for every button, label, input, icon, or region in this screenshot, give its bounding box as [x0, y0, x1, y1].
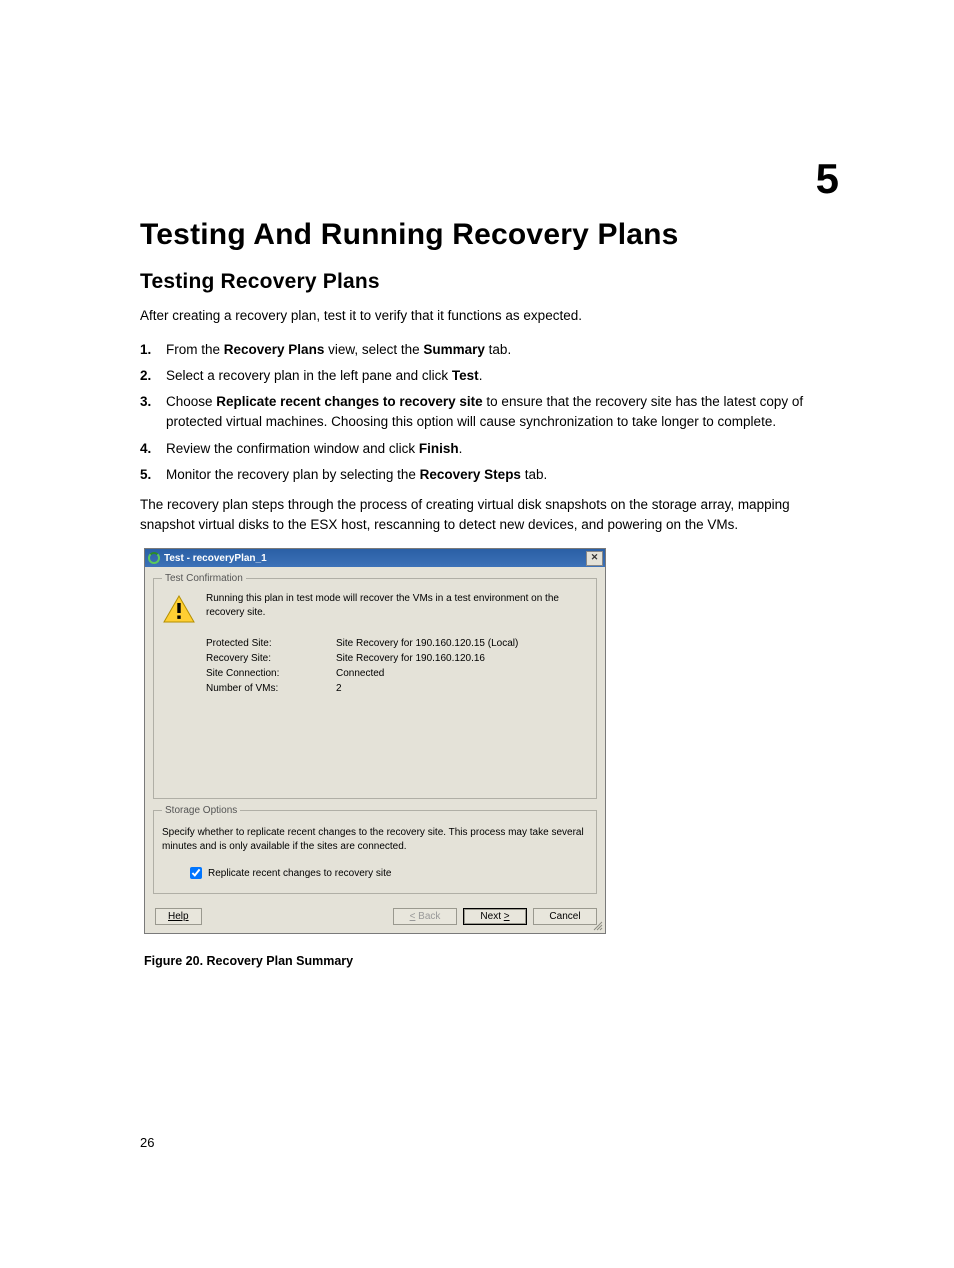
step-number: 4. [140, 439, 166, 459]
step-number: 3. [140, 392, 166, 433]
cancel-button[interactable]: Cancel [533, 908, 597, 925]
resize-grip-icon[interactable] [591, 919, 603, 931]
page-number: 26 [140, 1135, 154, 1150]
property-value: Site Recovery for 190.160.120.15 (Local) [336, 638, 588, 649]
body-paragraph: The recovery plan steps through the proc… [140, 495, 844, 534]
property-row: Protected Site: Site Recovery for 190.16… [206, 638, 588, 649]
property-row: Site Connection: Connected [206, 668, 588, 679]
group-legend: Storage Options [162, 805, 240, 816]
step-list: 1. From the Recovery Plans view, select … [140, 340, 844, 486]
section-title: Testing Recovery Plans [140, 270, 844, 294]
step-text: Review the confirmation window and click… [166, 439, 844, 459]
property-row: Recovery Site: Site Recovery for 190.160… [206, 653, 588, 664]
test-confirmation-group: Test Confirmation Running this plan in t… [153, 573, 597, 799]
document-page: 5 Testing And Running Recovery Plans Tes… [0, 0, 954, 1268]
checkbox-label: Replicate recent changes to recovery sit… [208, 868, 391, 879]
dialog-titlebar: Test - recoveryPlan_1 ✕ [145, 549, 605, 567]
replicate-checkbox-row[interactable]: Replicate recent changes to recovery sit… [190, 867, 588, 879]
progress-icon [148, 552, 160, 564]
property-value: 2 [336, 683, 588, 694]
property-label: Number of VMs: [206, 683, 336, 694]
chapter-number: 5 [816, 155, 839, 203]
dialog-footer: Help < Back Next > Cancel [145, 902, 605, 933]
list-item: 4. Review the confirmation window and cl… [140, 439, 844, 459]
list-item: 1. From the Recovery Plans view, select … [140, 340, 844, 360]
property-value: Connected [336, 668, 588, 679]
property-list: Protected Site: Site Recovery for 190.16… [206, 638, 588, 694]
confirmation-text: Running this plan in test mode will reco… [206, 592, 588, 624]
step-number: 1. [140, 340, 166, 360]
step-text: Monitor the recovery plan by selecting t… [166, 465, 844, 485]
close-button[interactable]: ✕ [586, 551, 603, 566]
step-text: Select a recovery plan in the left pane … [166, 366, 844, 386]
chapter-title: Testing And Running Recovery Plans [140, 218, 844, 252]
figure-caption: Figure 20. Recovery Plan Summary [144, 954, 844, 968]
property-label: Protected Site: [206, 638, 336, 649]
storage-description: Specify whether to replicate recent chan… [162, 826, 588, 853]
intro-paragraph: After creating a recovery plan, test it … [140, 306, 844, 326]
step-number: 5. [140, 465, 166, 485]
list-item: 5. Monitor the recovery plan by selectin… [140, 465, 844, 485]
list-item: 3. Choose Replicate recent changes to re… [140, 392, 844, 433]
step-number: 2. [140, 366, 166, 386]
test-recovery-dialog: Test - recoveryPlan_1 ✕ Test Confirmatio… [144, 548, 606, 934]
replicate-checkbox[interactable] [190, 867, 202, 879]
property-label: Site Connection: [206, 668, 336, 679]
list-item: 2. Select a recovery plan in the left pa… [140, 366, 844, 386]
warning-icon [162, 594, 196, 624]
property-label: Recovery Site: [206, 653, 336, 664]
dialog-title: Test - recoveryPlan_1 [164, 553, 586, 564]
property-value: Site Recovery for 190.160.120.16 [336, 653, 588, 664]
next-button[interactable]: Next > [463, 908, 527, 925]
property-row: Number of VMs: 2 [206, 683, 588, 694]
help-button[interactable]: Help [155, 908, 202, 925]
dialog-body: Test Confirmation Running this plan in t… [145, 567, 605, 902]
group-legend: Test Confirmation [162, 573, 246, 584]
storage-options-group: Storage Options Specify whether to repli… [153, 805, 597, 894]
back-button[interactable]: < Back [393, 908, 457, 925]
step-text: Choose Replicate recent changes to recov… [166, 392, 844, 433]
step-text: From the Recovery Plans view, select the… [166, 340, 844, 360]
